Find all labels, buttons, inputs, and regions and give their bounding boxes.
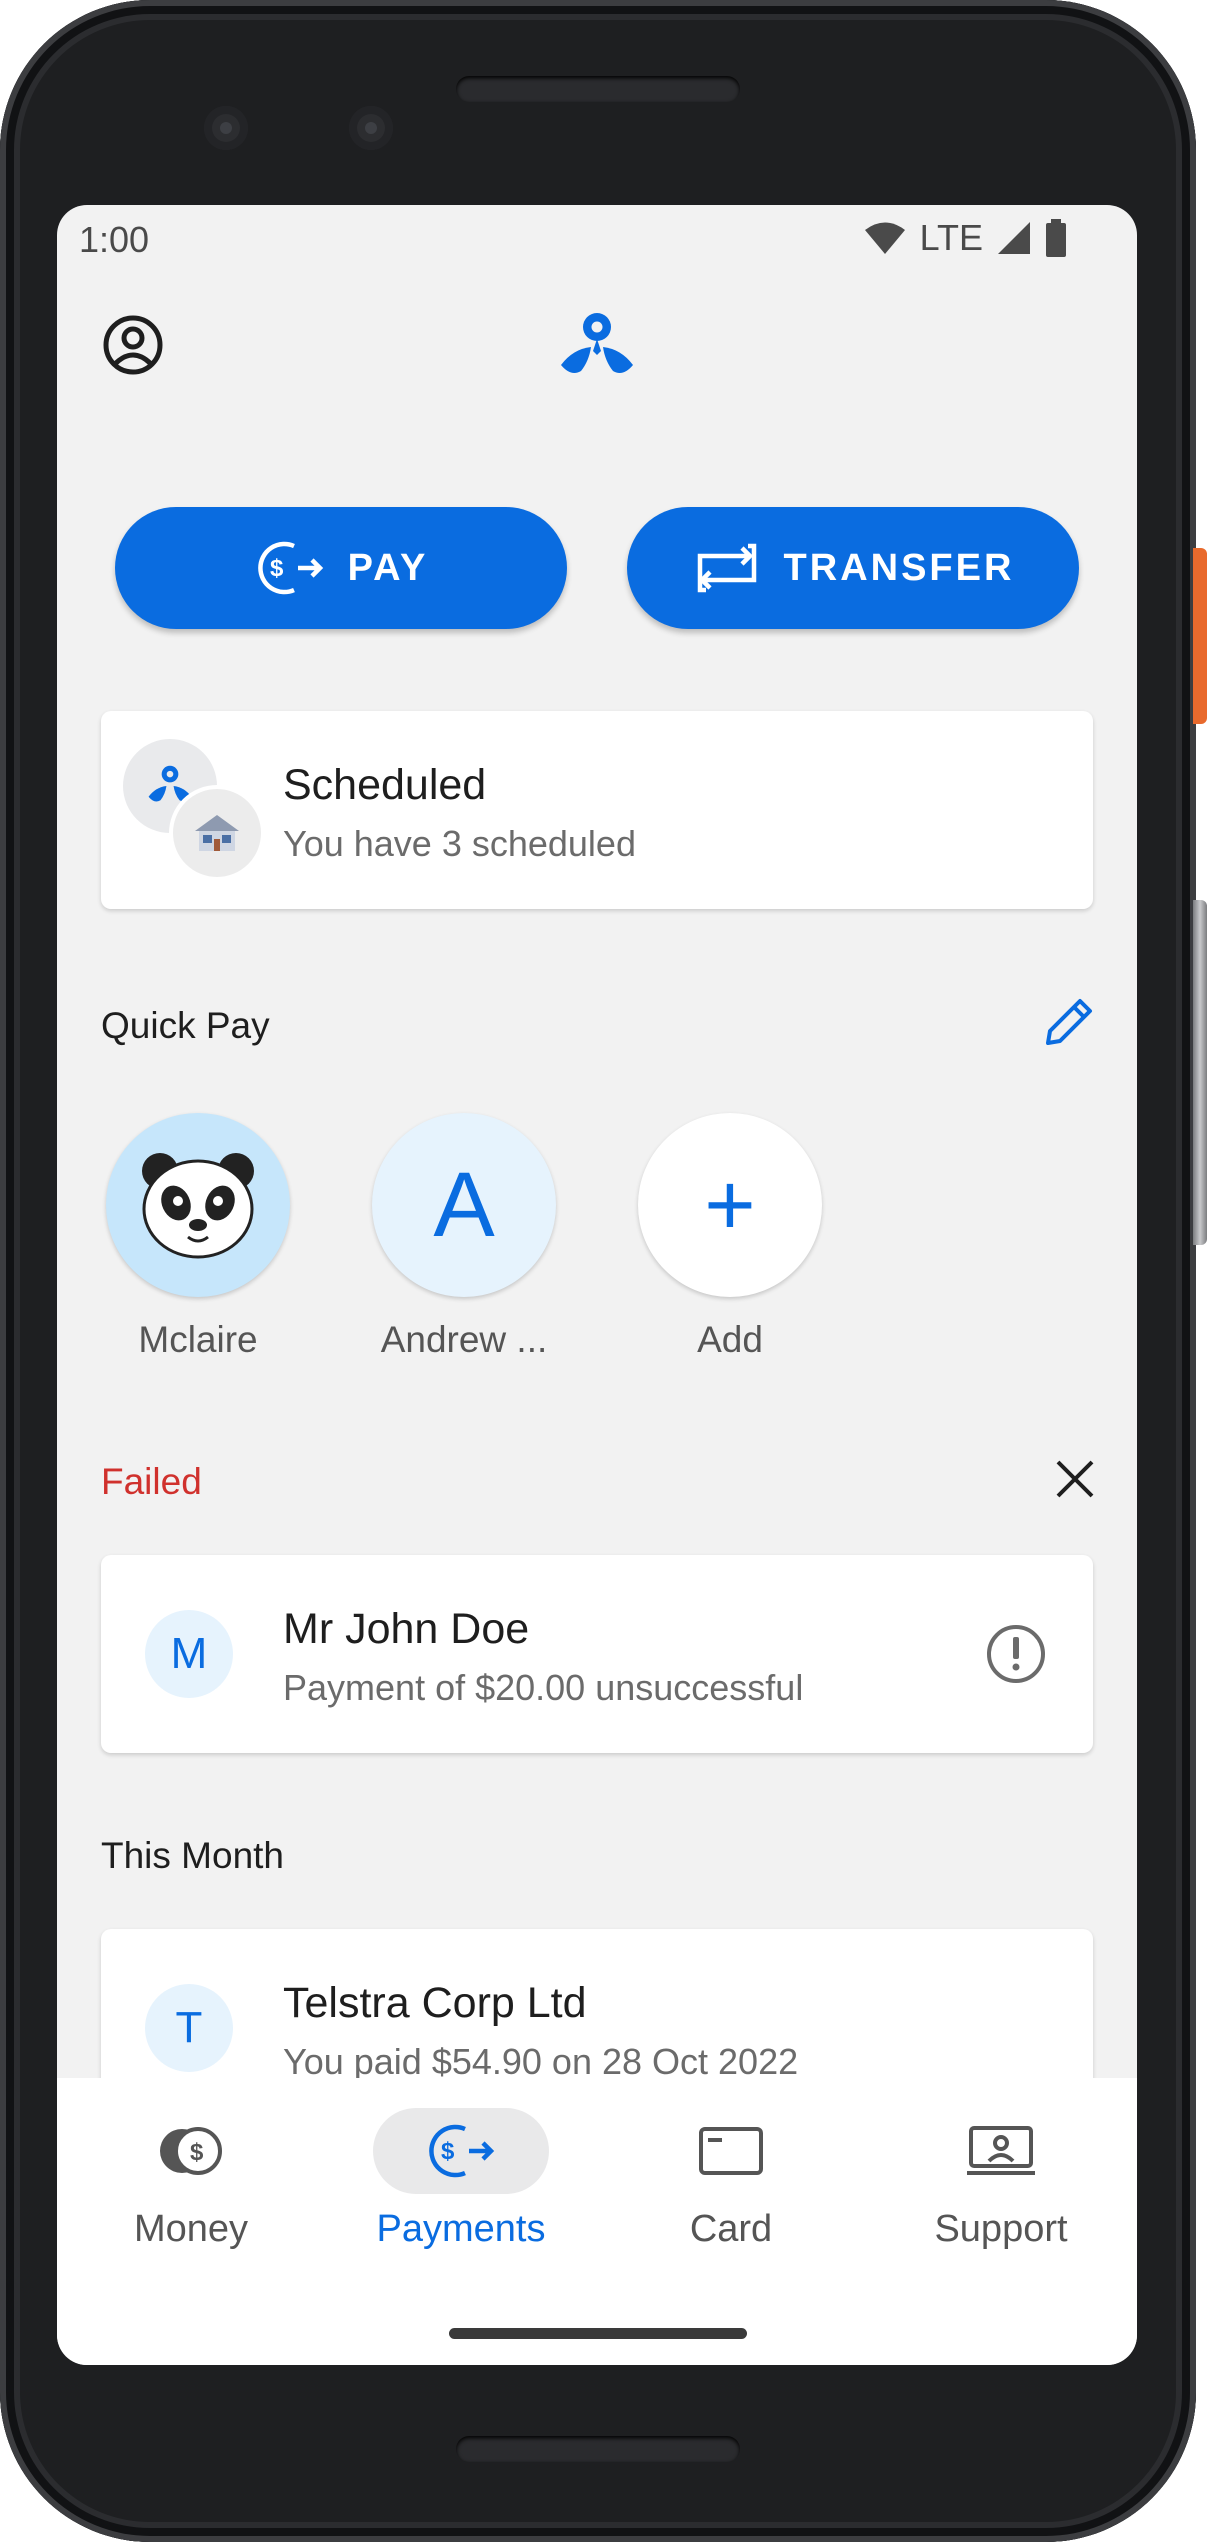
network-type: LTE bbox=[919, 217, 983, 258]
nav-money-label: Money bbox=[133, 2208, 249, 2250]
nav-money[interactable]: $ Money bbox=[91, 2108, 291, 2251]
house-icon bbox=[195, 815, 239, 851]
nav-support-label: Support bbox=[934, 2208, 1068, 2250]
bottom-navigation: $ Money $ Payments Card Support bbox=[57, 2078, 1137, 2365]
alert-circle-icon bbox=[987, 1625, 1045, 1683]
panda-avatar bbox=[106, 1113, 290, 1297]
nav-payments-label: Payments bbox=[376, 2208, 546, 2250]
status-time: 1:00 bbox=[79, 219, 150, 260]
account-circle-icon bbox=[103, 315, 163, 375]
profile-button[interactable] bbox=[101, 313, 165, 377]
payee-avatar: T bbox=[145, 1984, 233, 2072]
quick-pay-add-button[interactable]: + Add bbox=[635, 1113, 825, 1361]
power-button bbox=[1193, 548, 1207, 724]
money-icon: $ bbox=[160, 2127, 222, 2175]
this-month-heading: This Month bbox=[101, 1835, 285, 1876]
card-icon bbox=[699, 2127, 763, 2175]
svg-text:$: $ bbox=[190, 2139, 204, 2166]
payee-avatar: M bbox=[145, 1610, 233, 1698]
home-indicator[interactable] bbox=[449, 2328, 747, 2339]
nav-card-pill bbox=[643, 2108, 819, 2194]
cell-signal-icon bbox=[998, 222, 1030, 254]
letter-avatar: A bbox=[372, 1113, 556, 1297]
nav-card-label: Card bbox=[689, 2208, 773, 2250]
failed-payment-item[interactable]: M Mr John Doe Payment of $20.00 unsucces… bbox=[101, 1555, 1093, 1753]
quick-pay-label: Add bbox=[697, 1319, 763, 1360]
front-camera bbox=[204, 106, 248, 150]
nav-payments-pill: $ bbox=[373, 2108, 549, 2194]
nav-payments[interactable]: $ Payments bbox=[361, 2108, 561, 2251]
scheduled-card[interactable]: Scheduled You have 3 scheduled bbox=[101, 711, 1093, 909]
bank-logo bbox=[561, 313, 633, 373]
dismiss-failed-button[interactable] bbox=[1047, 1451, 1103, 1507]
svg-text:$: $ bbox=[441, 2138, 455, 2165]
payments-icon: $ bbox=[429, 2124, 495, 2178]
volume-button bbox=[1193, 900, 1207, 1245]
house-avatar bbox=[169, 785, 265, 881]
svg-text:$: $ bbox=[270, 555, 284, 582]
quick-pay-label: Mclaire bbox=[138, 1319, 258, 1360]
payment-arrow-icon: $ bbox=[257, 541, 323, 595]
status-bar: 1:00 LTE bbox=[57, 205, 1137, 275]
payment-detail: Payment of $20.00 unsuccessful bbox=[283, 1667, 804, 1708]
bottom-speaker bbox=[456, 2436, 740, 2462]
edit-quick-pay-button[interactable] bbox=[1039, 992, 1099, 1052]
payment-detail: You paid $54.90 on 28 Oct 2022 bbox=[283, 2041, 799, 2082]
nav-money-pill: $ bbox=[103, 2108, 279, 2194]
front-sensor bbox=[349, 106, 393, 150]
nav-card[interactable]: Card bbox=[631, 2108, 831, 2251]
quick-pay-label: Andrew ... bbox=[380, 1319, 548, 1360]
quick-pay-contact-mclaire[interactable]: Mclaire bbox=[103, 1113, 293, 1361]
nav-support-pill bbox=[913, 2108, 1089, 2194]
payee-name: Telstra Corp Ltd bbox=[283, 1979, 587, 2027]
close-icon bbox=[1056, 1460, 1094, 1498]
transfer-button-label: TRANSFER bbox=[783, 546, 1015, 589]
battery-icon bbox=[1046, 219, 1066, 257]
scheduled-title: Scheduled bbox=[283, 761, 487, 809]
quick-pay-contact-andrew[interactable]: A Andrew ... bbox=[369, 1113, 559, 1361]
status-icons: LTE bbox=[864, 217, 1067, 259]
transfer-arrows-icon bbox=[697, 543, 756, 593]
payee-name: Mr John Doe bbox=[283, 1605, 530, 1653]
wifi-icon bbox=[864, 222, 905, 254]
pay-button-label: PAY bbox=[347, 546, 429, 589]
pencil-icon bbox=[1046, 999, 1092, 1045]
top-speaker bbox=[456, 76, 740, 102]
phone-frame: 1:00 LTE $ PAY TRANSFER Scheduled You ha… bbox=[0, 0, 1196, 2542]
transfer-button[interactable]: TRANSFER bbox=[627, 507, 1079, 629]
pay-button[interactable]: $ PAY bbox=[115, 507, 567, 629]
panda-icon bbox=[142, 1153, 254, 1259]
nav-support[interactable]: Support bbox=[901, 2108, 1101, 2251]
plus-icon: + bbox=[638, 1113, 822, 1297]
app-screen: 1:00 LTE $ PAY TRANSFER Scheduled You ha… bbox=[57, 205, 1137, 2365]
failed-heading: Failed bbox=[101, 1461, 202, 1502]
support-icon bbox=[967, 2126, 1035, 2175]
quick-pay-heading: Quick Pay bbox=[101, 1005, 270, 1046]
scheduled-subtitle: You have 3 scheduled bbox=[283, 823, 636, 864]
